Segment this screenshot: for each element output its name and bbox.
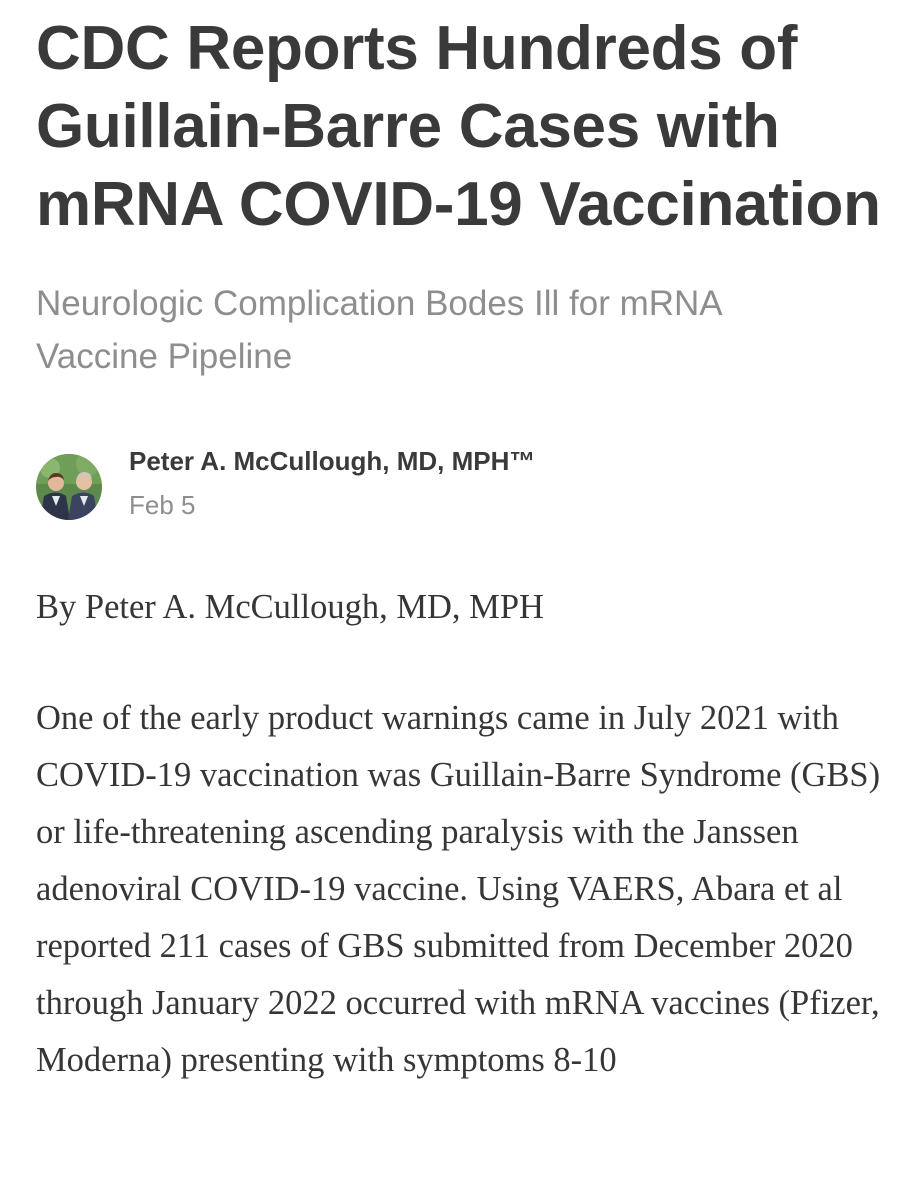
author-photo-icon — [36, 454, 102, 520]
byline: By Peter A. McCullough, MD, MPH — [36, 588, 544, 626]
article: CDC Reports Hundreds of Guillain-Barre C… — [36, 10, 896, 1089]
author-meta: Peter A. McCullough, MD, MPH™ Feb 5 — [129, 445, 535, 521]
author-avatar[interactable] — [36, 454, 102, 520]
article-title: CDC Reports Hundreds of Guillain-Barre C… — [36, 14, 881, 239]
body-paragraph: One of the early product warnings came i… — [36, 699, 881, 1079]
post-date: Feb 5 — [129, 490, 196, 520]
author-name[interactable]: Peter A. McCullough, MD, MPH™ — [129, 445, 535, 477]
author-info: Peter A. McCullough, MD, MPH™ Feb 5 — [36, 445, 896, 521]
article-subtitle: Neurologic Complication Bodes Ill for mR… — [36, 284, 721, 376]
